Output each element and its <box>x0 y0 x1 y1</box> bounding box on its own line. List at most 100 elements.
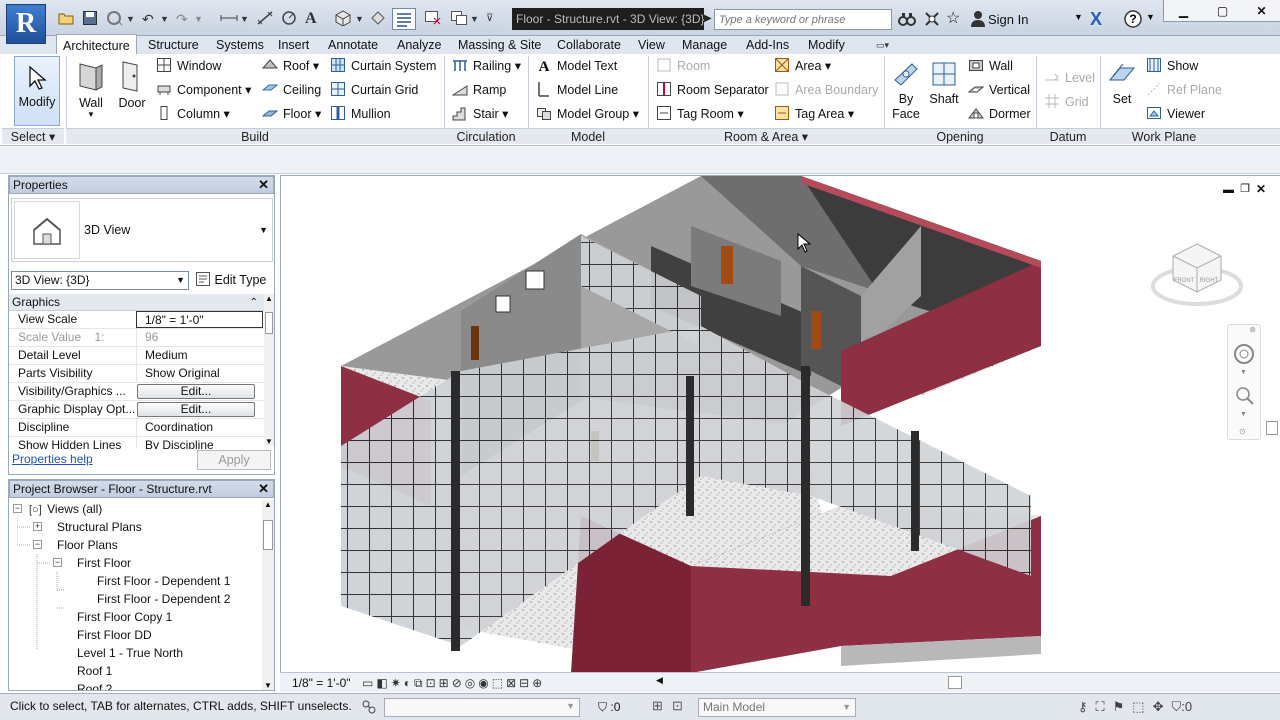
column-button[interactable]: Column ▾ <box>156 104 230 124</box>
filter-icon[interactable]: ⛉ <box>1172 699 1182 714</box>
area-boundary-button[interactable]: Area Boundary <box>774 80 878 100</box>
view-scale-input[interactable]: 1/8" = 1'-0" <box>136 311 263 328</box>
tab-manage[interactable]: Manage <box>682 36 727 54</box>
grid-button[interactable]: Grid <box>1044 92 1089 112</box>
search-input[interactable] <box>714 9 892 30</box>
reveal-constraints-icon[interactable]: ⊕ <box>532 676 545 690</box>
tree-node-first-floor-dependent-1[interactable]: First Floor - Dependent 1 <box>97 572 230 590</box>
ceiling-button[interactable]: Ceiling <box>262 80 321 100</box>
tree-node-roof-1[interactable]: Roof 1 <box>77 662 112 680</box>
open-icon[interactable] <box>58 10 74 28</box>
close-icon[interactable]: ⊗ <box>1228 325 1260 334</box>
railing-button[interactable]: Railing ▾ <box>452 56 521 76</box>
exclude-options-icon[interactable]: ⊡ <box>672 698 683 714</box>
star-icon[interactable]: ☆ <box>946 10 964 28</box>
shadows-icon[interactable]: ◐ <box>404 676 414 690</box>
by-face-button[interactable]: By Face <box>888 56 924 126</box>
design-option-dropdown[interactable]: Main Model ▼ <box>698 698 856 717</box>
visual-style-icon[interactable]: ◧ <box>376 676 390 690</box>
chevron-down-icon[interactable]: ▼ <box>1146 12 1155 22</box>
tab-architecture[interactable]: Architecture <box>56 34 137 55</box>
tab-massing-site[interactable]: Massing & Site <box>458 36 541 54</box>
close-hidden-windows-icon[interactable] <box>424 10 442 28</box>
model-text-button[interactable]: A Model Text <box>536 56 618 76</box>
browser-scrollbar[interactable]: ▲ ▼ <box>262 500 274 690</box>
show-work-plane-button[interactable]: Show <box>1146 56 1198 76</box>
building-3d-model[interactable] <box>281 176 1280 673</box>
vertical-scroll-thumb[interactable] <box>1266 421 1278 435</box>
chevron-down-icon[interactable]: ▼ <box>1074 12 1083 22</box>
steering-wheel-icon[interactable] <box>1233 343 1255 365</box>
edit-type-button[interactable]: Edit Type <box>195 270 273 290</box>
aligned-dimension-icon[interactable] <box>256 10 274 28</box>
save-icon[interactable] <box>82 10 98 28</box>
switch-windows-icon[interactable] <box>450 10 468 28</box>
stair-button[interactable]: Stair ▾ <box>452 104 508 124</box>
chevron-right-icon[interactable]: ▶ <box>704 9 714 29</box>
minimize-icon[interactable]: ▁ <box>1164 0 1203 22</box>
sun-path-icon[interactable]: ✷ <box>391 676 404 690</box>
property-row-hidden-lines[interactable]: Show Hidden Lines By Discipline <box>9 437 264 449</box>
chevron-down-icon[interactable]: ▼ <box>160 10 169 28</box>
tab-structure[interactable]: Structure <box>148 36 199 54</box>
room-separator-button[interactable]: Room Separator <box>656 80 769 100</box>
redo-icon[interactable]: ↷ <box>176 10 188 28</box>
view-selector-dropdown[interactable]: 3D View: {3D} ▼ <box>11 271 189 290</box>
restore-icon[interactable]: ▢ <box>1203 0 1242 22</box>
scrollbar-thumb[interactable] <box>263 520 273 550</box>
viewport-close-icon[interactable]: ✕ <box>1256 182 1266 196</box>
model-group-button[interactable]: Model Group ▾ <box>536 104 639 124</box>
select-links-icon[interactable]: ⚷ <box>1078 699 1096 714</box>
tab-collaborate[interactable]: Collaborate <box>557 36 621 54</box>
chevron-down-icon[interactable]: ▼ <box>1240 369 1247 376</box>
close-icon[interactable]: ✕ <box>258 481 269 497</box>
vertical-opening-button[interactable]: Vertical <box>968 80 1030 100</box>
default-3d-view-icon[interactable] <box>334 10 352 28</box>
detail-level-icon[interactable]: ▭ <box>362 676 376 690</box>
subscription-center-icon[interactable] <box>923 10 941 28</box>
tag-icon[interactable] <box>281 10 297 28</box>
user-icon[interactable] <box>970 10 988 28</box>
worksets-icon[interactable] <box>360 698 378 716</box>
viewcube-right-face[interactable]: RIGHT <box>1200 278 1219 284</box>
door-button[interactable]: Door <box>114 56 150 126</box>
application-menu-button[interactable]: R <box>6 4 46 44</box>
select-underlay-icon[interactable]: ⛶ <box>1096 699 1113 714</box>
editable-only-filter[interactable]: ⛉ :0 <box>598 698 620 716</box>
drawing-viewport[interactable]: ▬ ❐ ✕ FRONT RIGHT ⊗ ▼ ▼ ⊙ <box>280 175 1280 673</box>
close-icon[interactable]: ✕ <box>258 177 269 193</box>
select-panel-label[interactable]: Select ▾ <box>2 128 64 144</box>
level-button[interactable]: Level <box>1044 68 1095 88</box>
graphics-section-header[interactable]: Graphics ⌃ <box>9 294 264 311</box>
chevron-down-icon[interactable]: ▼ <box>194 10 203 28</box>
chevron-left-icon[interactable]: ◀ <box>656 675 663 686</box>
ramp-button[interactable]: Ramp <box>452 80 506 100</box>
visibility-graphics-edit-button[interactable]: Edit... <box>137 384 255 399</box>
chevron-down-icon[interactable]: ▼ <box>470 10 479 28</box>
customize-icon[interactable]: ⊙ <box>1239 427 1246 436</box>
drag-on-selection-icon[interactable]: ✥ <box>1153 699 1172 714</box>
reveal-hidden-icon[interactable]: ◉ <box>478 676 491 690</box>
shaft-button[interactable]: Shaft <box>926 56 962 126</box>
component-button[interactable]: Component ▾ <box>156 80 251 100</box>
tab-add-ins[interactable]: Add-Ins <box>746 36 789 54</box>
viewport-restore-icon[interactable]: ❐ <box>1240 182 1250 195</box>
close-icon[interactable]: ✕ <box>1242 0 1280 22</box>
room-button[interactable]: Room <box>656 56 710 76</box>
chevron-down-icon[interactable]: ▼ <box>240 10 249 28</box>
property-row-detail-level[interactable]: Detail Level Medium <box>9 347 264 365</box>
floor-button[interactable]: Floor ▾ <box>262 104 321 124</box>
property-row-parts-visibility[interactable]: Parts Visibility Show Original <box>9 365 264 383</box>
wall-opening-button[interactable]: Wall <box>968 56 1013 76</box>
worksharing-icon[interactable]: ⬚ <box>492 676 506 690</box>
room-area-panel-label[interactable]: Room & Area ▾ <box>648 128 884 144</box>
tab-modify[interactable]: Modify <box>808 36 845 54</box>
sign-in-link[interactable]: Sign In <box>988 10 1028 30</box>
apply-button[interactable]: Apply <box>197 450 271 470</box>
text-icon[interactable]: A <box>305 10 317 28</box>
area-button[interactable]: Area ▾ <box>774 56 831 76</box>
tag-area-button[interactable]: Tag Area ▾ <box>774 104 854 124</box>
sync-icon[interactable] <box>106 10 124 28</box>
ref-plane-button[interactable]: Ref Plane <box>1146 80 1222 100</box>
zoom-icon[interactable] <box>1234 385 1256 407</box>
